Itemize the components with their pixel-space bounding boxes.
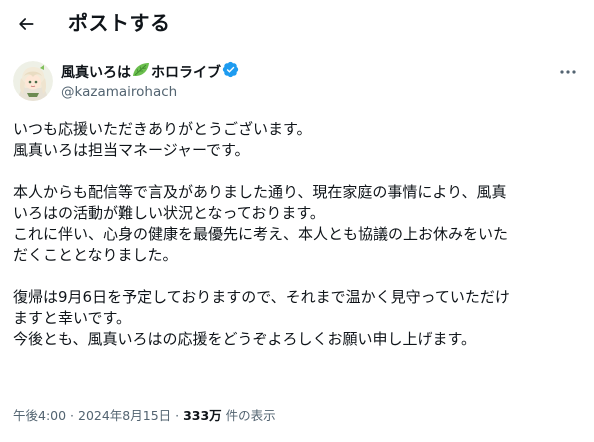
meta-separator: · [171,408,184,423]
arrow-left-icon [19,18,34,30]
post-line: これに伴い、心身の健康を最優先に考え、本人とも協議の上お休みをいた [13,225,509,243]
post-line: 本人からも配信等で言及がありました通り、現在家庭の事情により、風真 [13,183,507,201]
more-options-button[interactable] [556,62,580,82]
view-count[interactable]: 333万 [183,408,222,423]
verified-badge-icon [222,61,239,84]
author-handle[interactable]: @kazamairohach [61,83,177,101]
author-name-suffix: ホロライブ [151,64,221,81]
post-line: 風真いろは担当マネージャーです。 [13,141,250,159]
post-line: 今後とも、風真いろはの応援をどうぞよろしくお願い申し上げます。 [13,330,477,348]
post-line: だくこととなりました。 [13,246,178,264]
back-button[interactable] [10,8,42,40]
page-title: ポストする [68,11,171,35]
view-label: 件の表示 [221,408,276,423]
post-line: 復帰は9月6日を予定しておりますので、それまで温かく見守っていただけ [13,288,510,306]
author-name[interactable]: 風真いろは ホロライブ [61,61,240,84]
post-line: ますと幸いです。 [13,309,132,327]
post-meta: 午後4:00 · 2024年8月15日 · 333万 件の表示 [13,407,276,425]
avatar[interactable] [13,61,53,101]
author-name-text: 風真いろは [61,64,131,81]
post-text: いつも応援いただきありがとうございます。 風真いろは担当マネージャーです。 本人… [13,119,585,350]
more-horizontal-icon [560,70,576,74]
post-date[interactable]: 2024年8月15日 [78,408,171,423]
leaf-icon [132,62,150,84]
post-line: いつも応援いただきありがとうございます。 [13,120,312,138]
meta-separator: · [66,408,78,423]
post-line: いろはの活動が難しい状況となっております。 [13,204,325,222]
post-time[interactable]: 午後4:00 [13,408,66,423]
top-bar: ポストする [0,0,594,48]
